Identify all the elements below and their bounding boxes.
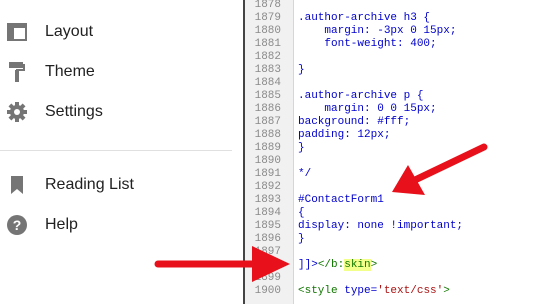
code-line: 1884: [254, 77, 281, 89]
gear-icon: [6, 101, 28, 123]
help-icon: ?: [6, 214, 28, 236]
sidebar-item-label: Settings: [45, 103, 103, 120]
code-area[interactable]: 1878 1879 .author-archive h3 { 1880 margi…: [245, 0, 542, 304]
code-line: 1890: [254, 155, 281, 167]
code-line: 1891 */: [254, 168, 312, 180]
code-line: 1892: [254, 181, 281, 193]
sidebar-divider: [0, 150, 232, 151]
sidebar-item-label: Theme: [45, 63, 95, 80]
code-line: 1878: [254, 0, 281, 11]
code-line: 1894{: [254, 207, 305, 219]
sidebar-item-label: Layout: [45, 23, 94, 40]
code-line: 1900 <style type='text/css'>: [254, 285, 450, 297]
sidebar-item-help[interactable]: ? Help: [0, 205, 245, 245]
sidebar-item-reading-list[interactable]: Reading List: [0, 165, 245, 205]
code-line: 1883}: [254, 64, 305, 76]
code-line: 1879 .author-archive h3 {: [254, 12, 431, 24]
code-line: 1898]]></b:skin>: [254, 259, 378, 271]
sidebar-item-settings[interactable]: Settings: [0, 92, 245, 132]
svg-text:?: ?: [13, 217, 22, 233]
code-line: 1880 margin: -3px 0 15px;: [254, 25, 457, 37]
code-line: 1881 font-weight: 400;: [254, 38, 437, 50]
code-line: 1897: [254, 246, 281, 258]
sidebar: Layout Theme Settings Reading List ? Hel…: [0, 0, 245, 304]
sidebar-item-theme[interactable]: Theme: [0, 52, 245, 92]
code-line: 1889}: [254, 142, 305, 154]
code-line: 1886 margin: 0 0 15px;: [254, 103, 437, 115]
code-line: 1899: [254, 272, 281, 284]
bookmark-icon: [6, 174, 28, 196]
code-line: 1887 background: #fff;: [254, 116, 411, 128]
code-line: 1895 display: none !important;: [254, 220, 464, 232]
sidebar-item-label: Reading List: [45, 176, 134, 193]
code-line: 1896}: [254, 233, 305, 245]
sidebar-item-label: Help: [45, 216, 78, 233]
code-editor[interactable]: 1878 1879 .author-archive h3 { 1880 margi…: [245, 0, 542, 304]
code-line: 1893 #ContactForm1: [254, 194, 384, 206]
sidebar-item-layout[interactable]: Layout: [0, 12, 245, 52]
code-line: 1885 .author-archive p {: [254, 90, 424, 102]
code-line: 1888 padding: 12px;: [254, 129, 391, 141]
layout-icon: [6, 21, 28, 43]
code-line: 1882: [254, 51, 281, 63]
paint-roller-icon: [6, 61, 28, 83]
